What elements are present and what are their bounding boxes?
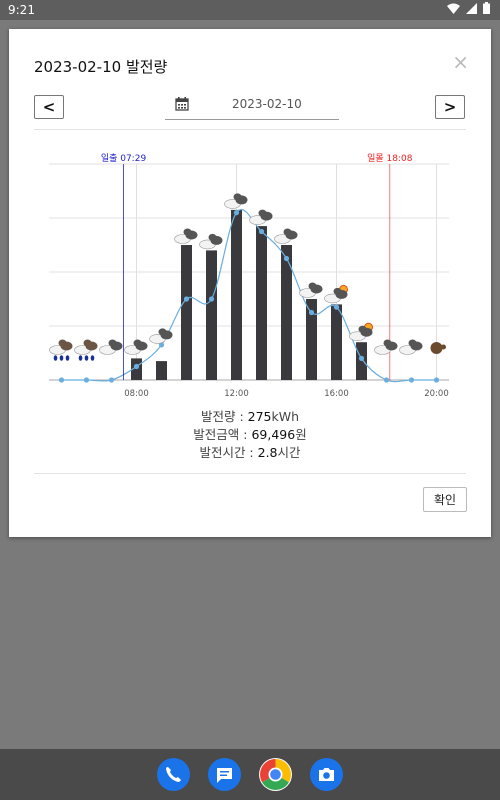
cloud-icon: [274, 228, 298, 244]
rain-drop: [59, 355, 64, 361]
bar: [331, 304, 342, 380]
status-bar: 9:21: [0, 0, 500, 20]
summary-label: 발전금액 :: [193, 427, 252, 442]
line-point: [83, 377, 90, 383]
x-tick-label: 12:00: [224, 389, 249, 399]
x-tick-label: 20:00: [424, 389, 449, 399]
rain-drop: [78, 355, 83, 361]
sunset-label: 일몰 18:08: [367, 153, 413, 164]
x-tick-label: 08:00: [124, 389, 149, 399]
generation-dialog: 2023-02-10 발전량 × < 2023-02-10 > 08:00 12:…: [9, 29, 491, 537]
line-point: [433, 377, 440, 383]
generation-chart: 08:00 12:00 16:00 20:00 일출 07:29 일몰 18:08: [49, 153, 449, 399]
bar: [206, 250, 217, 380]
cloud-icon: [299, 282, 323, 298]
x-tick-label: 16:00: [324, 389, 349, 399]
summary-hours: 발전시간 : 2.8시간: [9, 442, 491, 461]
summary-value: 275: [247, 409, 272, 424]
app-dock: [0, 749, 500, 800]
line-point: [233, 210, 240, 216]
wifi-icon: [447, 3, 460, 14]
summary-unit: 원: [295, 427, 307, 442]
cloud-icon: [374, 339, 398, 355]
rain-drop: [65, 355, 70, 361]
confirm-button[interactable]: 확인: [423, 487, 467, 512]
sunrise-label: 일출 07:29: [101, 153, 147, 164]
line-point: [383, 377, 390, 383]
rain-drop: [53, 355, 58, 361]
summary-value: 2.8: [257, 445, 278, 460]
line-point: [408, 377, 415, 383]
divider: [34, 473, 466, 474]
bar: [181, 245, 192, 380]
line-point: [283, 255, 290, 262]
summary-generation: 발전량 : 275kWh: [9, 406, 491, 425]
signal-icon: [466, 2, 477, 14]
bar: [231, 209, 242, 380]
rain-icon: [49, 339, 73, 355]
line-point: [208, 296, 215, 302]
bar: [156, 361, 167, 380]
messages-app-icon[interactable]: [208, 758, 241, 791]
rain-drop: [90, 355, 95, 361]
summary-label: 발전시간 :: [199, 445, 258, 460]
series-line: [61, 209, 437, 383]
bar: [356, 342, 367, 380]
cloud-icon: [224, 193, 248, 209]
summary-amount: 발전금액 : 69,496원: [9, 424, 491, 443]
cloud-icon: [124, 339, 148, 355]
rain-drop: [84, 355, 89, 361]
line-point: [133, 363, 140, 370]
summary-value: 69,496: [251, 427, 296, 442]
line-point: [58, 377, 65, 383]
line-point: [333, 304, 340, 310]
summary-label: 발전량 :: [200, 409, 248, 424]
chrome-app-icon[interactable]: [259, 758, 292, 791]
cloud-icon: [199, 233, 223, 250]
bar: [256, 226, 267, 380]
dark-cloud-icon: [441, 344, 446, 350]
cloud-icon: [174, 228, 198, 244]
line-point: [308, 309, 315, 316]
cloud-icon: [99, 339, 123, 355]
line-point: [358, 355, 365, 361]
camera-app-icon[interactable]: [310, 758, 343, 791]
status-icons: [447, 2, 490, 14]
line-point: [108, 377, 115, 383]
line-point: [183, 296, 190, 302]
line-point: [258, 228, 265, 235]
cloud-icon: [399, 339, 423, 355]
rain-icon: [74, 339, 98, 355]
phone-app-icon[interactable]: [157, 758, 190, 791]
summary-unit: kWh: [271, 409, 300, 424]
status-time: 9:21: [8, 3, 35, 17]
dark-cloud-icon: [430, 342, 443, 354]
battery-icon: [483, 2, 490, 14]
cloud-icon: [249, 209, 273, 225]
summary-unit: 시간: [277, 445, 301, 460]
